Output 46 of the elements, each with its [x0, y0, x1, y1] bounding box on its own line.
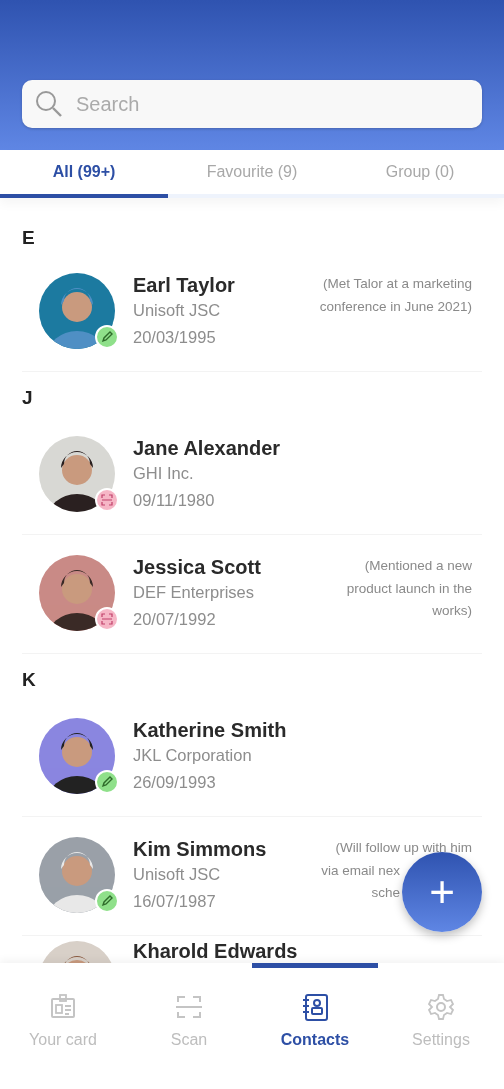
- note-text: product launch in the: [346, 579, 472, 598]
- scan-icon: [101, 494, 113, 506]
- add-button[interactable]: +: [402, 852, 482, 932]
- nav-label: Scan: [170, 1030, 208, 1050]
- nav-tab[interactable]: Contacts: [252, 963, 378, 1089]
- contact-company: Unisoft JSC: [133, 300, 222, 321]
- tab[interactable]: Group (0): [336, 150, 504, 198]
- note-text: (Met Talor at a marketing: [322, 275, 472, 293]
- pencil-icon: [101, 776, 113, 788]
- contact-name: Katherine Smith: [133, 718, 287, 742]
- contact-date: 20/07/1992: [133, 609, 217, 630]
- nav-tab[interactable]: Settings: [378, 963, 504, 1089]
- note-text: works): [432, 602, 472, 620]
- contact-date: 16/07/1987: [133, 891, 217, 912]
- contact-name: Jessica Scott: [133, 555, 261, 579]
- contact-name: Kim Simmons: [133, 837, 267, 861]
- contact-name: Kharold Edwards: [133, 941, 298, 961]
- pencil-icon: [101, 895, 113, 907]
- nav-tab[interactable]: Your card: [0, 963, 126, 1089]
- address-book-icon: [300, 992, 330, 1022]
- section-letter: K: [21, 668, 37, 692]
- contact-name: Earl Taylor: [133, 273, 235, 297]
- note-text: via email nex: [321, 861, 400, 880]
- section-letter: E: [21, 226, 36, 250]
- scan-icon: [101, 613, 113, 625]
- contact-company: DEF Enterprises: [133, 582, 256, 603]
- tab[interactable]: Favourite (9): [168, 150, 336, 198]
- note-text: conference in June 2021): [319, 297, 472, 316]
- settings-icon: [426, 992, 456, 1022]
- contact-company: Unisoft JSC: [133, 864, 222, 885]
- contact-company: JKL Corporation: [133, 745, 253, 766]
- note-text: (Mentioned a new: [364, 557, 472, 575]
- nav-label: Settings: [412, 1030, 470, 1050]
- nav-label: Contacts: [280, 1030, 350, 1050]
- note-text: sche: [371, 884, 400, 902]
- section-letter: J: [21, 386, 34, 410]
- search-field[interactable]: Search: [22, 80, 482, 128]
- contact-date: 09/11/1980: [133, 490, 216, 511]
- nav-label: Your card: [29, 1030, 97, 1050]
- tab[interactable]: All (99+): [0, 150, 168, 198]
- contact-date: 20/03/1995: [133, 327, 217, 348]
- contact-company: GHI Inc.: [133, 463, 195, 484]
- pencil-icon: [101, 331, 113, 343]
- contact-date: 26/09/1993: [133, 772, 217, 793]
- nav-tab[interactable]: Scan: [126, 963, 252, 1089]
- contact-name: Jane Alexander: [133, 436, 281, 460]
